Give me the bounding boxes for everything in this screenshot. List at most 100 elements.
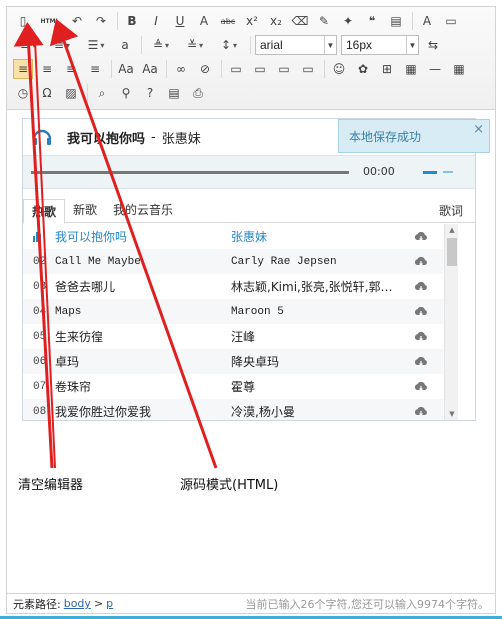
link-icon[interactable]: ∞: [171, 59, 191, 79]
eraser-icon[interactable]: ⌫: [290, 11, 310, 31]
image-left-icon[interactable]: ▭: [226, 59, 246, 79]
fullscreen-icon[interactable]: ▭: [441, 11, 461, 31]
volume-bar[interactable]: [423, 171, 437, 174]
align-left-icon[interactable]: ≡: [13, 59, 33, 79]
song-name: 卷珠帘: [55, 380, 92, 394]
time-icon[interactable]: ◷: [13, 83, 33, 103]
font-family-select[interactable]: arial ▼: [255, 35, 337, 55]
italic-button[interactable]: I: [146, 11, 166, 31]
toolbar-separator: [324, 60, 325, 78]
tab-lyrics[interactable]: 歌词: [439, 202, 463, 219]
strikethrough-button[interactable]: abc: [218, 11, 238, 31]
ordered-list-icon[interactable]: ≡: [13, 35, 43, 55]
template-icon[interactable]: ▤: [164, 83, 184, 103]
auto-format-icon[interactable]: ✦: [338, 11, 358, 31]
chevron-down-icon[interactable]: ▼: [406, 36, 418, 54]
song-name: 我爱你胜过你爱我: [55, 405, 152, 419]
font-border-button[interactable]: A: [194, 11, 214, 31]
blockquote-icon[interactable]: ❝: [362, 11, 382, 31]
font-color-icon[interactable]: A: [417, 11, 437, 31]
subscript-button[interactable]: x₂: [266, 11, 286, 31]
paragraph-spacing-bottom-icon[interactable]: ≚: [180, 35, 210, 55]
redo-icon[interactable]: ↷: [91, 11, 111, 31]
song-artist: 汪峰: [231, 330, 256, 344]
song-row[interactable]: 05 生来彷徨 汪峰: [23, 324, 443, 349]
date-icon[interactable]: ▦: [449, 59, 469, 79]
insert-table-icon[interactable]: ▦: [401, 59, 421, 79]
to-lowercase-icon[interactable]: Aa: [140, 59, 160, 79]
song-row[interactable]: 03 爸爸去哪儿 林志颖,Kimi,张亮,张悦轩,郭…: [23, 274, 443, 299]
align-justify-icon[interactable]: ≡: [85, 59, 105, 79]
progress-bar[interactable]: [31, 171, 349, 174]
line-height-icon[interactable]: ≡: [47, 35, 77, 55]
song-index: 05: [33, 330, 47, 343]
new-document-icon[interactable]: ▯: [13, 11, 33, 31]
help-icon[interactable]: ?: [140, 83, 160, 103]
music-tab-2[interactable]: 我的云音乐: [105, 198, 181, 222]
editor-content[interactable]: 我可以抱你吗 - 张惠妹 00:00 热歌 新歌 我的云音乐 歌词 我可以抱你吗 张惠…: [7, 111, 495, 595]
song-row[interactable]: 04 Maps Maroon 5: [23, 299, 443, 324]
song-row[interactable]: 07 卷珠帘 霍尊: [23, 374, 443, 399]
paragraph-spacing-top-icon[interactable]: ≜: [146, 35, 176, 55]
unordered-list-icon[interactable]: ☰: [81, 35, 111, 55]
align-right-icon[interactable]: ≡: [61, 59, 81, 79]
download-icon[interactable]: [411, 231, 431, 243]
path-body-link[interactable]: body: [64, 597, 91, 610]
undo-icon[interactable]: ↶: [67, 11, 87, 31]
download-icon[interactable]: [411, 281, 431, 293]
headphone-icon: [32, 129, 52, 145]
music-tab-0[interactable]: 热歌: [23, 198, 66, 224]
format-brush-icon[interactable]: ✎: [314, 11, 334, 31]
download-icon[interactable]: [411, 356, 431, 368]
scroll-thumb[interactable]: [447, 238, 457, 266]
music-tab-1[interactable]: 新歌: [65, 198, 105, 222]
image-right-icon[interactable]: ▭: [274, 59, 294, 79]
download-icon[interactable]: [411, 306, 431, 318]
scrawl-icon[interactable]: ✿: [353, 59, 373, 79]
close-icon[interactable]: ×: [473, 122, 484, 137]
path-separator: >: [93, 597, 104, 610]
underline-button[interactable]: U: [170, 11, 190, 31]
download-icon[interactable]: [411, 381, 431, 393]
download-icon[interactable]: [411, 331, 431, 343]
song-row[interactable]: 我可以抱你吗 张惠妹: [23, 224, 443, 249]
align-center-icon[interactable]: ≡: [37, 59, 57, 79]
download-icon[interactable]: [411, 256, 431, 268]
print-icon[interactable]: ⎙: [188, 83, 208, 103]
text-direction-icon[interactable]: ⇆: [423, 35, 443, 55]
volume-track[interactable]: [443, 171, 453, 173]
source-html-button[interactable]: HTML: [37, 11, 63, 31]
row-spacing-icon[interactable]: ↕: [214, 35, 244, 55]
char-count: 当前已输入26个字符,您还可以输入9974个字符。: [245, 597, 490, 611]
song-row[interactable]: 02 Call Me Maybe Carly Rae Jepsen: [23, 249, 443, 274]
scroll-up-icon[interactable]: ▲: [445, 224, 459, 236]
emotion-icon[interactable]: ☺: [329, 59, 349, 79]
song-list-scrollbar[interactable]: ▲ ▼: [444, 224, 458, 420]
to-uppercase-icon[interactable]: Aa: [116, 59, 136, 79]
insert-frame-icon[interactable]: ⊞: [377, 59, 397, 79]
player-controls: 00:00: [23, 155, 475, 189]
font-size-select[interactable]: 16px ▼: [341, 35, 419, 55]
now-playing-icon: [33, 231, 43, 242]
scroll-down-icon[interactable]: ▼: [445, 408, 459, 420]
unlink-icon[interactable]: ⊘: [195, 59, 215, 79]
song-row[interactable]: 06 卓玛 降央卓玛: [23, 349, 443, 374]
toolbar-separator: [141, 36, 142, 54]
search-replace-icon[interactable]: ⚲: [116, 83, 136, 103]
chevron-down-icon[interactable]: ▼: [324, 36, 336, 54]
background-icon[interactable]: ▨: [61, 83, 81, 103]
song-row[interactable]: 08 我爱你胜过你爱我 冷漠,杨小曼: [23, 399, 443, 420]
path-p-link[interactable]: p: [106, 597, 113, 610]
bold-button[interactable]: B: [122, 11, 142, 31]
paste-plain-icon[interactable]: ▤: [386, 11, 406, 31]
image-none-icon[interactable]: ▭: [250, 59, 270, 79]
preview-icon[interactable]: ⌕: [92, 83, 112, 103]
song-list: 我可以抱你吗 张惠妹 02 Call Me Maybe Carly Rae Jepsen…: [23, 224, 443, 420]
special-chars-icon[interactable]: Ω: [37, 83, 57, 103]
horizontal-rule-icon[interactable]: —: [425, 59, 445, 79]
image-center-icon[interactable]: ▭: [298, 59, 318, 79]
select-all-icon[interactable]: a: [115, 35, 135, 55]
song-artist: 张惠妹: [231, 230, 268, 244]
download-icon[interactable]: [411, 406, 431, 418]
superscript-button[interactable]: x²: [242, 11, 262, 31]
